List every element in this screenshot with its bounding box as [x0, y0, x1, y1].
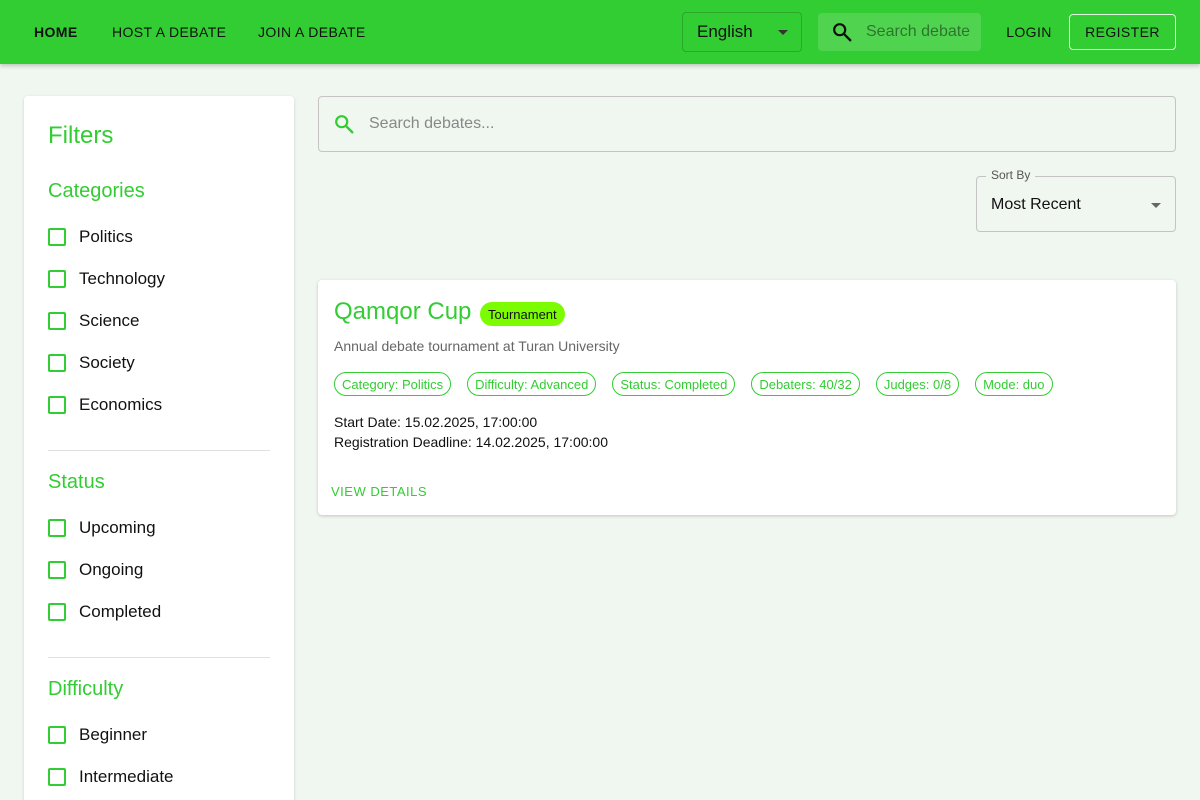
- debate-card: Qamqor Cup Tournament Annual debate tour…: [318, 280, 1176, 515]
- filter-difficulty-beginner[interactable]: Beginner: [48, 723, 147, 747]
- checkbox-label: Intermediate: [79, 767, 174, 786]
- register-button[interactable]: REGISTER: [1069, 14, 1176, 50]
- login-button[interactable]: LOGIN: [994, 14, 1064, 50]
- category-chip: Category: Politics: [334, 372, 452, 396]
- filter-status-upcoming[interactable]: Upcoming: [48, 516, 156, 540]
- checkbox[interactable]: [48, 603, 66, 621]
- type-badge: Tournament: [480, 302, 565, 326]
- filter-category-society[interactable]: Society: [48, 351, 135, 375]
- checkbox[interactable]: [48, 270, 66, 288]
- debate-title[interactable]: Qamqor Cup: [334, 298, 471, 326]
- checkbox[interactable]: [48, 561, 66, 579]
- divider: [48, 450, 270, 451]
- start-date: Start Date: 15.02.2025, 17:00:00: [334, 414, 538, 430]
- nav-join-debate[interactable]: JOIN A DEBATE: [258, 0, 366, 64]
- debaters-chip: Debaters: 40/32: [751, 372, 860, 396]
- search-icon: [818, 21, 866, 43]
- checkbox-label: Economics: [79, 395, 163, 414]
- filter-status-ongoing[interactable]: Ongoing: [48, 558, 143, 582]
- checkbox[interactable]: [48, 726, 66, 744]
- filter-category-economics[interactable]: Economics: [48, 393, 162, 417]
- checkbox-label: Completed: [79, 602, 162, 621]
- status-heading: Status: [48, 471, 105, 493]
- divider: [48, 657, 270, 658]
- debate-search-input[interactable]: [369, 115, 1149, 133]
- caret-down-icon: [778, 30, 788, 35]
- checkbox-label: Society: [79, 353, 135, 372]
- categories-heading: Categories: [48, 180, 145, 202]
- top-app-bar: HOME HOST A DEBATE JOIN A DEBATE English…: [0, 0, 1200, 64]
- mode-chip: Mode: duo: [975, 372, 1053, 396]
- filter-category-technology[interactable]: Technology: [48, 267, 165, 291]
- checkbox[interactable]: [48, 312, 66, 330]
- top-search-input[interactable]: [866, 23, 976, 41]
- checkbox-label: Ongoing: [79, 560, 144, 579]
- filter-category-science[interactable]: Science: [48, 309, 139, 333]
- language-select[interactable]: English: [682, 12, 802, 52]
- language-value: English: [697, 22, 753, 41]
- judges-chip: Judges: 0/8: [875, 372, 960, 396]
- checkbox-label: Upcoming: [79, 518, 156, 537]
- registration-deadline: Registration Deadline: 14.02.2025, 17:00…: [334, 434, 608, 450]
- checkbox[interactable]: [48, 768, 66, 786]
- sort-value: Most Recent: [991, 196, 1081, 213]
- caret-down-icon: [1151, 203, 1161, 208]
- sort-select[interactable]: Sort By Most Recent: [976, 168, 1176, 232]
- checkbox-label: Politics: [79, 227, 133, 246]
- debate-description: Annual debate tournament at Turan Univer…: [334, 338, 620, 354]
- view-details-button[interactable]: VIEW DETAILS: [331, 484, 427, 499]
- sort-label: Sort By: [986, 168, 1036, 182]
- checkbox[interactable]: [48, 396, 66, 414]
- filters-panel: Filters Categories Politics Technology S…: [24, 96, 294, 800]
- debate-search-box[interactable]: [318, 96, 1176, 152]
- nav-home[interactable]: HOME: [34, 0, 78, 64]
- checkbox-label: Science: [79, 311, 140, 330]
- checkbox-label: Technology: [79, 269, 166, 288]
- search-icon: [319, 113, 369, 135]
- status-chip: Status: Completed: [612, 372, 736, 396]
- nav-host-debate[interactable]: HOST A DEBATE: [112, 0, 226, 64]
- filter-status-completed[interactable]: Completed: [48, 600, 161, 624]
- debate-chips: Category: Politics Difficulty: Advanced …: [334, 372, 1069, 396]
- checkbox[interactable]: [48, 228, 66, 246]
- checkbox-label: Beginner: [79, 725, 148, 744]
- filter-difficulty-intermediate[interactable]: Intermediate: [48, 765, 174, 789]
- top-search-box[interactable]: [818, 13, 981, 51]
- checkbox[interactable]: [48, 354, 66, 372]
- difficulty-heading: Difficulty: [48, 678, 124, 700]
- difficulty-chip: Difficulty: Advanced: [467, 372, 597, 396]
- filter-category-politics[interactable]: Politics: [48, 225, 133, 249]
- checkbox[interactable]: [48, 519, 66, 537]
- filters-title: Filters: [48, 122, 114, 149]
